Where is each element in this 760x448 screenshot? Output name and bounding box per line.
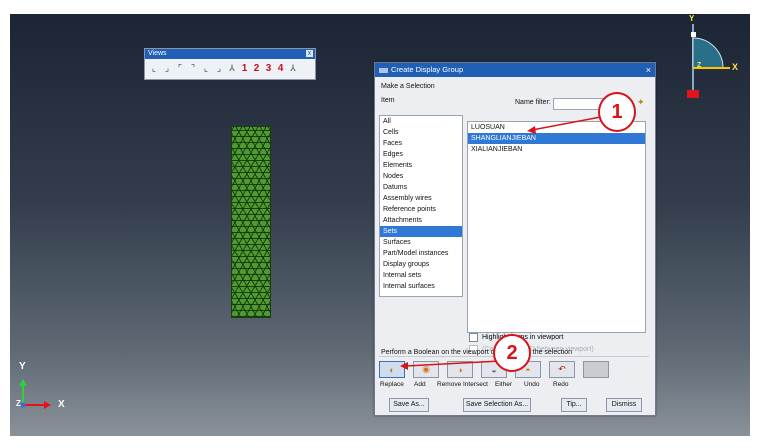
viewport[interactable]: Views x ⌞ ⌟ ⌜ ⌝ ⌞ ⌟ ⅄ 1 2 3 4 ⅄ Y X Z Y … [10, 14, 750, 436]
annotation-arrows [400, 115, 607, 370]
callout-2: 2 [493, 334, 531, 372]
callout-1: 1 [598, 92, 636, 132]
